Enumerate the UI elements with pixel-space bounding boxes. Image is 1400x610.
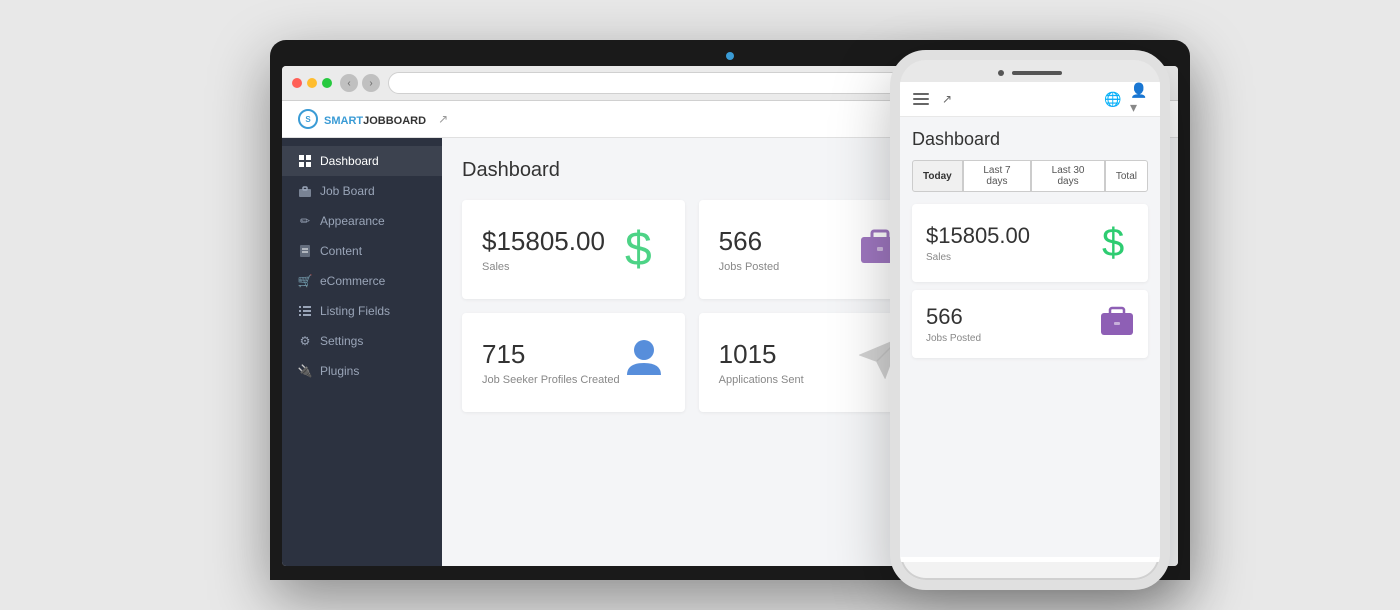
phone-stat-value-jobs: 566	[926, 304, 981, 330]
maximize-button[interactable]	[322, 78, 332, 88]
logo-icon: S	[298, 109, 318, 129]
file-icon	[298, 244, 312, 258]
sidebar-item-plugins[interactable]: 🔌 Plugins	[282, 356, 442, 386]
sidebar-item-label: Job Board	[320, 184, 375, 198]
stat-label-jobs: Jobs Posted	[719, 261, 780, 273]
sidebar-item-label: Dashboard	[320, 154, 379, 168]
external-link-icon[interactable]: ↗	[438, 112, 448, 126]
svg-text:$: $	[1102, 221, 1124, 260]
minimize-button[interactable]	[307, 78, 317, 88]
gear-icon: ⚙	[298, 334, 312, 348]
hamburger-icon[interactable]	[912, 90, 930, 108]
phone-camera	[998, 70, 1004, 76]
phone-content: Dashboard Today Last 7 days Last 30 days…	[900, 117, 1160, 557]
close-button[interactable]	[292, 78, 302, 88]
phone-page-title: Dashboard	[912, 129, 1148, 150]
paint-icon: ✏	[298, 214, 312, 228]
sidebar-item-label: eCommerce	[320, 274, 385, 288]
stat-label-jobseeker: Job Seeker Profiles Created	[482, 374, 620, 386]
stat-info-jobs: 566 Jobs Posted	[719, 226, 780, 273]
laptop-wrapper: ‹ › 🔍 ⤢ S SMARTJOBBOARD ↗	[210, 10, 1190, 590]
phone-dollar-icon: $	[1102, 218, 1134, 268]
stat-info-jobseeker: 715 Job Seeker Profiles Created	[482, 339, 620, 386]
phone-external-link-icon[interactable]: ↗	[938, 90, 956, 108]
dollar-icon: $	[625, 220, 665, 279]
phone-notch	[900, 60, 1160, 82]
forward-button[interactable]: ›	[362, 74, 380, 92]
phone-filter-7days[interactable]: Last 7 days	[963, 160, 1032, 192]
stat-info-sales: $15805.00 Sales	[482, 226, 605, 273]
stat-label-sales: Sales	[482, 261, 605, 273]
cart-icon: 🛒	[298, 274, 312, 288]
phone-globe-icon[interactable]: 🌐	[1104, 90, 1122, 108]
traffic-lights	[292, 78, 332, 88]
plug-icon: 🔌	[298, 364, 312, 378]
phone-screen: ↗ 🌐 👤▾ Dashboard Today Last 7 days Last …	[900, 82, 1160, 562]
svg-text:$: $	[625, 223, 652, 270]
sidebar-item-settings[interactable]: ⚙ Settings	[282, 326, 442, 356]
sidebar-item-label: Settings	[320, 334, 363, 348]
laptop-camera	[726, 52, 734, 60]
logo-job: JOB	[363, 115, 386, 127]
phone-body: ↗ 🌐 👤▾ Dashboard Today Last 7 days Last …	[890, 50, 1170, 590]
sidebar: Dashboard Job Board ✏ Appearance	[282, 138, 442, 566]
logo-smart: SMART	[324, 115, 363, 127]
phone-user-menu[interactable]: 👤▾	[1130, 90, 1148, 108]
briefcase-sm-icon	[298, 184, 312, 198]
phone-stat-info-sales: $15805.00 Sales	[926, 223, 1030, 263]
phone-header-right: 🌐 👤▾	[1104, 90, 1148, 108]
sidebar-item-listing-fields[interactable]: Listing Fields	[282, 296, 442, 326]
phone-stat-info-jobs: 566 Jobs Posted	[926, 304, 981, 344]
phone-stat-label-sales: Sales	[926, 252, 1030, 263]
back-button[interactable]: ‹	[340, 74, 358, 92]
list-icon	[298, 304, 312, 318]
phone-filter-buttons: Today Last 7 days Last 30 days Total	[912, 160, 1148, 192]
app-logo: S SMARTJOBBOARD	[298, 109, 426, 129]
stat-value-applications: 1015	[719, 339, 804, 370]
sidebar-item-content[interactable]: Content	[282, 236, 442, 266]
sidebar-item-label: Content	[320, 244, 362, 258]
phone-stat-label-jobs: Jobs Posted	[926, 333, 981, 344]
phone-header-left: ↗	[912, 90, 956, 108]
user-icon	[623, 337, 665, 388]
stat-value-sales: $15805.00	[482, 226, 605, 257]
stat-label-applications: Applications Sent	[719, 374, 804, 386]
phone-wrapper: ↗ 🌐 👤▾ Dashboard Today Last 7 days Last …	[890, 50, 1190, 610]
stat-card-jobs: 566 Jobs Posted	[699, 200, 922, 299]
phone-filter-today[interactable]: Today	[912, 160, 963, 192]
phone-filter-total[interactable]: Total	[1105, 160, 1148, 192]
stat-value-jobs: 566	[719, 226, 780, 257]
sidebar-item-dashboard[interactable]: Dashboard	[282, 146, 442, 176]
phone-speaker	[1012, 71, 1062, 75]
phone-stat-value-sales: $15805.00	[926, 223, 1030, 249]
grid-icon	[298, 154, 312, 168]
page-title: Dashboard	[462, 159, 560, 182]
logo-board: BOARD	[386, 115, 426, 127]
stat-value-jobseeker: 715	[482, 339, 620, 370]
phone-filter-30days[interactable]: Last 30 days	[1031, 160, 1105, 192]
stat-card-jobseeker: 715 Job Seeker Profiles Created	[462, 313, 685, 412]
phone-header: ↗ 🌐 👤▾	[900, 82, 1160, 117]
stat-card-sales: $15805.00 Sales $	[462, 200, 685, 299]
sidebar-item-label: Listing Fields	[320, 304, 390, 318]
stat-card-applications: 1015 Applications Sent	[699, 313, 922, 412]
sidebar-item-appearance[interactable]: ✏ Appearance	[282, 206, 442, 236]
phone-stat-card-sales: $15805.00 Sales $	[912, 204, 1148, 282]
phone-stat-card-jobs: 566 Jobs Posted	[912, 290, 1148, 358]
stat-info-applications: 1015 Applications Sent	[719, 339, 804, 386]
sidebar-item-ecommerce[interactable]: 🛒 eCommerce	[282, 266, 442, 296]
sidebar-item-label: Appearance	[320, 214, 385, 228]
phone-briefcase-icon	[1100, 305, 1134, 343]
browser-nav: ‹ ›	[340, 74, 380, 92]
sidebar-item-job-board[interactable]: Job Board	[282, 176, 442, 206]
logo-text: SMARTJOBBOARD	[324, 112, 426, 127]
sidebar-item-label: Plugins	[320, 364, 359, 378]
